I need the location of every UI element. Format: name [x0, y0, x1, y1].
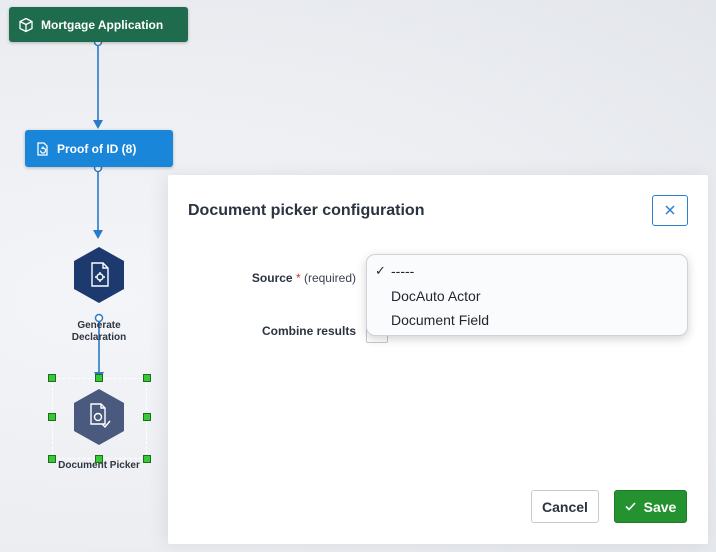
resize-handle[interactable]	[143, 413, 151, 421]
required-marker: *	[295, 271, 301, 285]
combine-results-label: Combine results	[261, 324, 356, 338]
close-icon	[665, 202, 675, 220]
resize-handle[interactable]	[48, 374, 56, 382]
source-label: Source * (required)	[251, 271, 356, 285]
node-mortgage-application[interactable]: Mortgage Application	[9, 7, 188, 42]
box-icon	[18, 17, 34, 33]
node-label: Proof of ID (8)	[57, 141, 137, 156]
resize-handle[interactable]	[48, 413, 56, 421]
node-generate-declaration[interactable]	[72, 246, 126, 304]
node-generate-declaration-label: Generate Declaration	[71, 320, 127, 343]
resize-handle[interactable]	[48, 455, 56, 463]
required-text: (required)	[303, 271, 356, 285]
source-option[interactable]: Document Field	[367, 309, 687, 331]
resize-handle[interactable]	[95, 455, 103, 463]
cancel-button[interactable]: Cancel	[531, 490, 599, 523]
dialog-title: Document picker configuration	[188, 202, 425, 219]
checkmark-icon: ✓	[375, 263, 386, 278]
close-button[interactable]	[652, 195, 688, 226]
node-proof-of-id[interactable]: Proof of ID (8)	[25, 130, 173, 167]
refresh-document-icon	[34, 141, 50, 157]
resize-handle[interactable]	[95, 374, 103, 382]
document-picker-configuration-dialog: Document picker configuration Source * (…	[168, 175, 708, 544]
source-option[interactable]: DocAuto Actor	[367, 285, 687, 307]
check-icon	[625, 502, 636, 511]
node-label: Mortgage Application	[41, 17, 164, 32]
resize-handle[interactable]	[143, 374, 151, 382]
source-select-dropdown[interactable]: ✓ ----- DocAuto Actor Document Field	[366, 254, 688, 336]
source-option[interactable]: ✓ -----	[367, 260, 687, 282]
node-document-picker[interactable]	[72, 388, 126, 446]
resize-handle[interactable]	[143, 455, 151, 463]
save-button[interactable]: Save	[614, 490, 687, 523]
